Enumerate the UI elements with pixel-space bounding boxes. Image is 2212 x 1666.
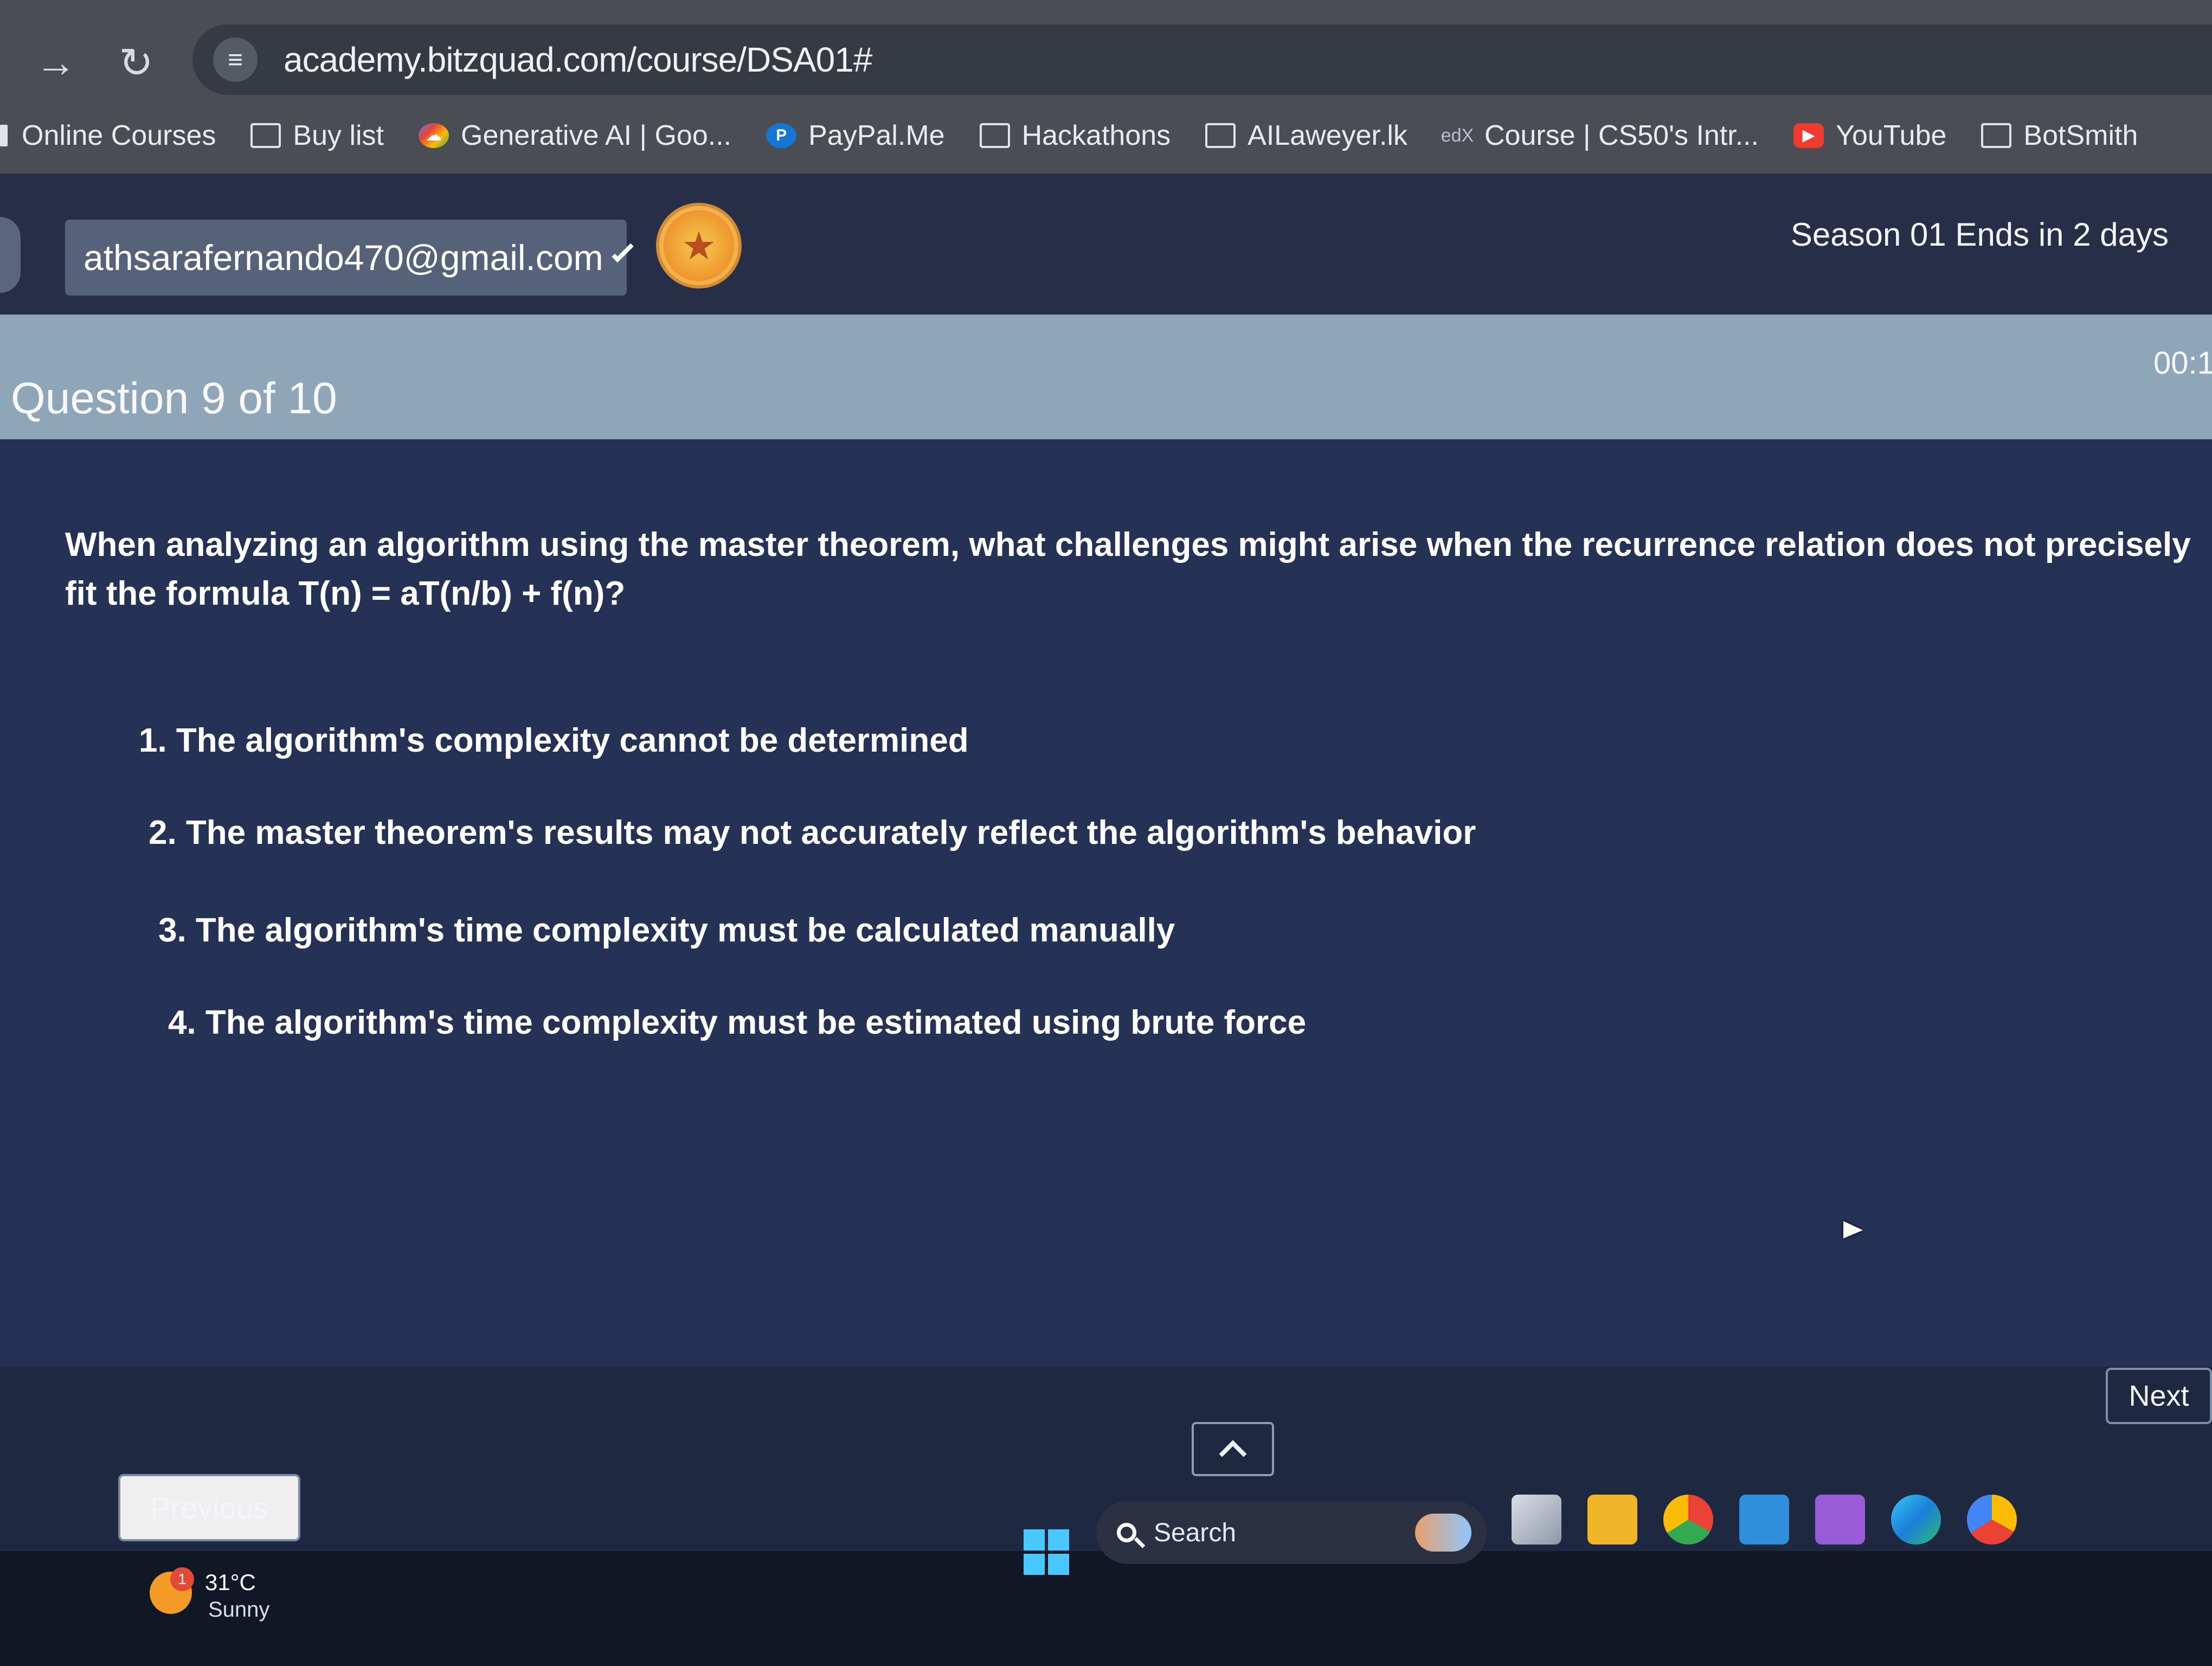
bookmark-youtube[interactable]: ▶ YouTube bbox=[1793, 119, 1946, 152]
forward-icon[interactable]: → bbox=[31, 38, 80, 87]
answer-option-4[interactable]: 4. The algorithm's time complexity must … bbox=[168, 1003, 1306, 1042]
next-button[interactable]: Next bbox=[2106, 1368, 2212, 1424]
bookmark-label: Course | CS50's Intr... bbox=[1484, 120, 1759, 151]
bookmark-label: AILaweyer.lk bbox=[1248, 120, 1407, 151]
file-preview-icon[interactable] bbox=[1512, 1495, 1561, 1545]
chevron-up-icon bbox=[1219, 1440, 1247, 1468]
bookmark-botsmith[interactable]: BotSmith bbox=[1981, 119, 2138, 152]
search-label: Search bbox=[1154, 1518, 1237, 1547]
bookmark-online-courses[interactable]: Online Courses bbox=[0, 119, 216, 152]
microsoft-store-icon[interactable] bbox=[1739, 1495, 1789, 1545]
address-bar[interactable]: ≡ academy.bitzquad.com/course/DSA01# bbox=[192, 24, 2212, 95]
achievement-badge-icon[interactable]: ★ bbox=[664, 210, 734, 281]
quiz-timer: 00:1 bbox=[2153, 345, 2212, 381]
answer-option-1[interactable]: 1. The algorithm's complexity cannot be … bbox=[139, 721, 969, 760]
folder-icon bbox=[1205, 123, 1236, 148]
youtube-icon: ▶ bbox=[1793, 123, 1824, 148]
bookmark-cs50[interactable]: edX Course | CS50's Intr... bbox=[1441, 119, 1759, 152]
folder-icon bbox=[979, 123, 1010, 148]
taskbar-search[interactable]: Search bbox=[1096, 1501, 1487, 1564]
bookmark-buy-list[interactable]: Buy list bbox=[250, 119, 384, 152]
bookmark-generative-ai[interactable]: ☁ Generative AI | Goo... bbox=[419, 119, 731, 152]
bookmarks-bar: Online Courses Buy list ☁ Generative AI … bbox=[0, 103, 2212, 168]
site-info-icon[interactable]: ≡ bbox=[213, 37, 258, 82]
bookmark-label: PayPal.Me bbox=[808, 120, 945, 151]
answer-option-2[interactable]: 2. The master theorem's results may not … bbox=[149, 813, 1476, 852]
bookmark-hackathons[interactable]: Hackathons bbox=[979, 119, 1171, 152]
weather-condition: Sunny bbox=[208, 1598, 270, 1622]
folder-icon bbox=[0, 125, 8, 146]
question-panel: When analyzing an algorithm using the ma… bbox=[0, 439, 2212, 1470]
bookmark-label: YouTube bbox=[1836, 120, 1947, 151]
edx-icon: edX bbox=[1441, 125, 1474, 146]
taskbar bbox=[0, 1551, 2212, 1666]
home-app-icon[interactable] bbox=[1815, 1495, 1865, 1545]
weather-temperature: 31°C bbox=[205, 1569, 256, 1595]
answer-option-3[interactable]: 3. The algorithm's time complexity must … bbox=[158, 911, 1175, 950]
account-email: athsarafernando470@gmail.com bbox=[83, 238, 603, 278]
bookmark-label: Buy list bbox=[293, 120, 384, 151]
chevron-down-icon bbox=[611, 240, 634, 263]
app-header: athsarafernando470@gmail.com ★ Season 01… bbox=[0, 174, 2212, 315]
season-countdown: Season 01 Ends in 2 days bbox=[1790, 216, 2169, 253]
windows-start-icon[interactable] bbox=[1024, 1529, 1069, 1575]
weather-alert-badge: 1 bbox=[170, 1567, 194, 1591]
bookmark-ailaweyer[interactable]: AILaweyer.lk bbox=[1205, 119, 1407, 152]
account-dropdown[interactable]: athsarafernando470@gmail.com bbox=[65, 220, 634, 296]
sidebar-toggle[interactable] bbox=[0, 217, 21, 293]
bookmark-label: BotSmith bbox=[2023, 120, 2138, 151]
search-icon bbox=[1117, 1523, 1136, 1542]
previous-button[interactable]: Previous bbox=[118, 1474, 300, 1541]
bookmark-label: Generative AI | Goo... bbox=[461, 120, 732, 151]
url-text[interactable]: academy.bitzquad.com/course/DSA01# bbox=[284, 40, 872, 80]
scroll-up-button[interactable] bbox=[1192, 1422, 1274, 1476]
question-counter: Question 9 of 10 bbox=[11, 374, 337, 423]
file-explorer-icon[interactable] bbox=[1587, 1495, 1637, 1545]
folder-icon bbox=[1981, 123, 2012, 148]
reload-icon[interactable]: ↻ bbox=[112, 38, 160, 87]
search-highlight-icon bbox=[1415, 1514, 1471, 1552]
chrome-beta-icon[interactable] bbox=[1967, 1495, 2017, 1545]
chrome-icon[interactable] bbox=[1663, 1495, 1713, 1545]
google-cloud-icon: ☁ bbox=[419, 123, 449, 148]
paypal-icon: P bbox=[766, 123, 797, 148]
folder-icon bbox=[250, 123, 281, 148]
bookmark-paypal[interactable]: P PayPal.Me bbox=[766, 119, 945, 152]
edge-icon[interactable] bbox=[1891, 1495, 1941, 1545]
question-text: When analyzing an algorithm using the ma… bbox=[65, 526, 2191, 612]
question-progress-bar: Question 9 of 10 00:1 bbox=[0, 315, 2212, 439]
bookmark-label: Hackathons bbox=[1021, 120, 1171, 151]
bookmark-label: Online Courses bbox=[22, 120, 216, 151]
browser-chrome: → ↻ ≡ academy.bitzquad.com/course/DSA01#… bbox=[0, 0, 2212, 174]
